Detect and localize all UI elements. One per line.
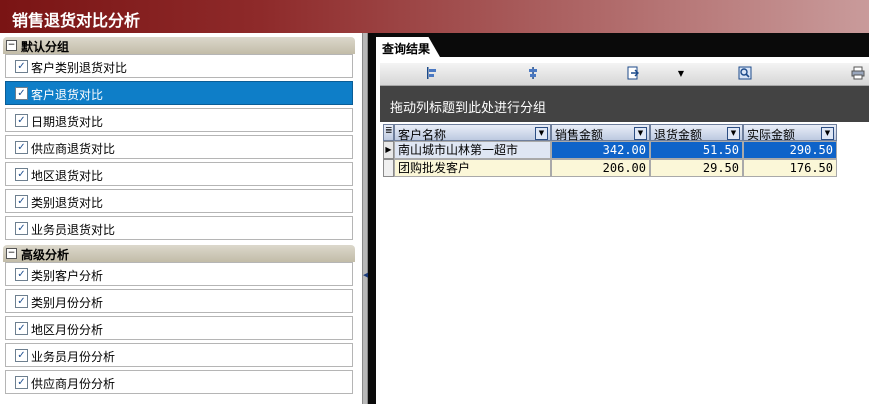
- list-item-supplier-return[interactable]: ✓ 供应商退货对比: [5, 135, 353, 159]
- collapse-icon[interactable]: −: [6, 248, 17, 259]
- item-label: 类别客户分析: [31, 269, 104, 283]
- checkbox-icon[interactable]: ✓: [15, 295, 28, 308]
- item-label: 业务员退货对比: [31, 223, 116, 237]
- tab-strip: 查询结果: [376, 33, 869, 57]
- item-label: 业务员月份分析: [31, 350, 116, 364]
- group-by-panel[interactable]: 拖动列标题到此处进行分组: [380, 86, 869, 122]
- divider: [368, 33, 376, 404]
- cell-return-amount[interactable]: 51.50: [650, 141, 743, 159]
- filter-dropdown-icon[interactable]: ▼: [727, 127, 740, 140]
- column-chooser-icon[interactable]: ≣: [383, 124, 394, 141]
- data-grid: ≣ 客户名称 ▼ 销售金额 ▼ 退货金额 ▼ 实际金额 ▼ ▶ 南山城市山林第一…: [383, 124, 839, 178]
- item-label: 供应商月份分析: [31, 377, 116, 391]
- checkbox-icon[interactable]: ✓: [15, 268, 28, 281]
- filter-dropdown-icon[interactable]: ▼: [535, 127, 548, 140]
- row-indicator: [383, 159, 394, 177]
- item-label: 类别退货对比: [31, 196, 104, 210]
- left-panel: − 默认分组 ✓ 客户类别退货对比 ✓ 客户退货对比 ✓ 日期退货对比 ✓ 供应…: [0, 33, 362, 404]
- item-label: 客户类别退货对比: [31, 61, 128, 75]
- list-item-salesman-return[interactable]: ✓ 业务员退货对比: [5, 216, 353, 240]
- list-item-customer-return[interactable]: ✓ 客户退货对比: [5, 81, 353, 105]
- list-item-supplier-month-analysis[interactable]: ✓ 供应商月份分析: [5, 370, 353, 394]
- window-title: 销售退货对比分析: [12, 11, 141, 30]
- list-item-category-return[interactable]: ✓ 类别退货对比: [5, 189, 353, 213]
- cell-actual-amount[interactable]: 176.50: [743, 159, 837, 177]
- dropdown-arrow-icon[interactable]: ▼: [673, 66, 689, 82]
- filter-dropdown-icon[interactable]: ▼: [634, 127, 647, 140]
- item-label: 供应商退货对比: [31, 142, 116, 156]
- column-header-sales-amount[interactable]: 销售金额 ▼: [551, 124, 650, 142]
- checkbox-icon[interactable]: ✓: [15, 168, 28, 181]
- list-item-date-return[interactable]: ✓ 日期退货对比: [5, 108, 353, 132]
- cell-customer-name[interactable]: 团购批发客户: [394, 159, 551, 177]
- list-item-salesman-month-analysis[interactable]: ✓ 业务员月份分析: [5, 343, 353, 367]
- checkbox-icon[interactable]: ✓: [15, 349, 28, 362]
- tab-content: ▼ 拖动列标题到此处进行分组 ≣ 客户名称 ▼ 销售金额 ▼ 退货金额 ▼ 实际…: [380, 57, 869, 404]
- cell-return-amount[interactable]: 29.50: [650, 159, 743, 177]
- item-label: 地区退货对比: [31, 169, 104, 183]
- export-icon[interactable]: [625, 66, 641, 82]
- group-header-advanced[interactable]: − 高级分析: [3, 245, 355, 262]
- cell-customer-name[interactable]: 南山城市山林第一超市: [394, 141, 551, 159]
- toolbar: ▼: [380, 63, 869, 86]
- checkbox-icon[interactable]: ✓: [15, 141, 28, 154]
- right-panel: 查询结果 ▼ 拖动列标题到此处进行分组 ≣ 客户名称 ▼ 销售金额 ▼ 退货金额…: [376, 33, 869, 404]
- column-header-actual-amount[interactable]: 实际金额 ▼: [743, 124, 837, 142]
- print-icon[interactable]: [850, 66, 866, 82]
- item-label: 类别月份分析: [31, 296, 104, 310]
- cell-sales-amount[interactable]: 206.00: [551, 159, 650, 177]
- tab-label: 查询结果: [382, 42, 431, 56]
- checkbox-icon[interactable]: ✓: [15, 114, 28, 127]
- checkbox-icon[interactable]: ✓: [15, 222, 28, 235]
- filter-dropdown-icon[interactable]: ▼: [821, 127, 834, 140]
- group-by-hint: 拖动列标题到此处进行分组: [390, 101, 547, 116]
- find-icon[interactable]: [737, 66, 753, 82]
- list-item-region-month-analysis[interactable]: ✓ 地区月份分析: [5, 316, 353, 340]
- column-header-customer-name[interactable]: 客户名称 ▼: [394, 124, 551, 142]
- checkbox-icon[interactable]: ✓: [15, 376, 28, 389]
- group-label: 高级分析: [21, 248, 70, 262]
- list-item-customer-category-return[interactable]: ✓ 客户类别退货对比: [5, 54, 353, 78]
- row-indicator-icon: ▶: [383, 141, 394, 159]
- tab-query-results[interactable]: 查询结果: [376, 37, 440, 57]
- list-item-category-customer-analysis[interactable]: ✓ 类别客户分析: [5, 262, 353, 286]
- list-item-region-return[interactable]: ✓ 地区退货对比: [5, 162, 353, 186]
- collapse-icon[interactable]: −: [6, 40, 17, 51]
- cell-sales-amount[interactable]: 342.00: [551, 141, 650, 159]
- align-center-icon[interactable]: [525, 66, 541, 82]
- cell-actual-amount[interactable]: 290.50: [743, 141, 837, 159]
- checkbox-icon[interactable]: ✓: [15, 60, 28, 73]
- checkbox-icon[interactable]: ✓: [15, 87, 28, 100]
- checkbox-icon[interactable]: ✓: [15, 322, 28, 335]
- list-item-category-month-analysis[interactable]: ✓ 类别月份分析: [5, 289, 353, 313]
- item-label: 日期退货对比: [31, 115, 104, 129]
- item-label: 地区月份分析: [31, 323, 104, 337]
- checkbox-icon[interactable]: ✓: [15, 195, 28, 208]
- group-header-default[interactable]: − 默认分组: [3, 37, 355, 54]
- column-header-return-amount[interactable]: 退货金额 ▼: [650, 124, 743, 142]
- title-bar: 销售退货对比分析: [0, 0, 869, 33]
- align-left-icon[interactable]: [424, 66, 440, 82]
- item-label: 客户退货对比: [31, 88, 104, 102]
- group-label: 默认分组: [21, 40, 70, 54]
